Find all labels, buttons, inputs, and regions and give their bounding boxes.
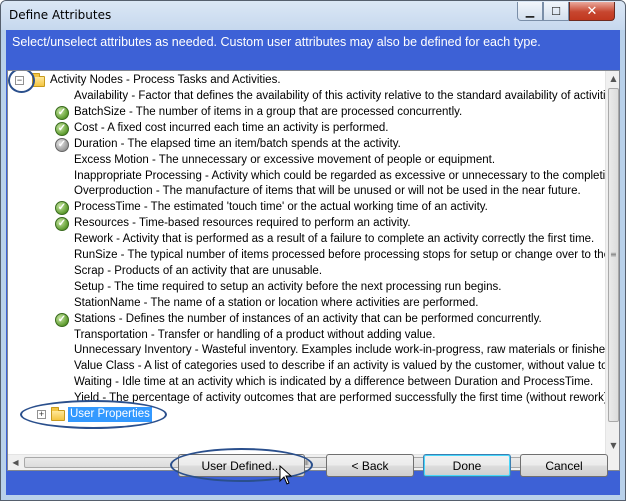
checkmark-icon[interactable]: ✓ — [55, 105, 69, 120]
attribute-item-label: Excess Motion - The unnecessary or exces… — [74, 153, 496, 166]
attributes-tree[interactable]: − Activity Nodes - Process Tasks and Act… — [7, 70, 620, 471]
attribute-item-label: Transportation - Transfer or handling of… — [74, 328, 436, 341]
attribute-item[interactable]: RunSize - The typical number of items pr… — [8, 248, 605, 264]
define-attributes-dialog: Define Attributes ▁ ☐ ✕ Select/unselect … — [0, 0, 626, 501]
folder-icon — [51, 407, 65, 421]
attribute-item-label: Unnecessary Inventory - Wasteful invento… — [74, 344, 605, 357]
close-button[interactable]: ✕ — [569, 2, 615, 21]
attribute-item[interactable]: Waiting - Idle time at an activity which… — [8, 375, 605, 391]
attribute-item[interactable]: ✓ Stations - Defines the number of instan… — [8, 312, 605, 328]
checkmark-icon[interactable]: ✓ — [55, 201, 69, 216]
attribute-item-label: Yield - The percentage of activity outco… — [74, 392, 605, 405]
attribute-item-label: Setup - The time required to setup an ac… — [74, 280, 502, 293]
attribute-item-label: Scrap - Products of an activity that are… — [74, 264, 323, 277]
tree-node-user-properties[interactable]: + User Properties — [8, 407, 605, 423]
tree-content: − Activity Nodes - Process Tasks and Act… — [8, 71, 605, 454]
vertical-scroll-thumb[interactable]: ≡ — [608, 88, 619, 422]
attribute-item[interactable]: StationName - The name of a station or l… — [8, 296, 605, 312]
attribute-item-label: Value Class - A list of categories used … — [74, 360, 605, 373]
back-button[interactable]: < Back — [326, 454, 414, 477]
minimize-icon: ▁ — [525, 4, 535, 18]
collapse-icon[interactable]: − — [15, 76, 24, 85]
attribute-item[interactable]: Rework - Activity that is performed as a… — [8, 232, 605, 248]
attribute-item[interactable]: Unnecessary Inventory - Wasteful invento… — [8, 343, 605, 359]
dialog-body: Select/unselect attributes as needed. Cu… — [6, 30, 620, 495]
title-bar[interactable]: Define Attributes ▁ ☐ ✕ — [1, 1, 625, 30]
checkmark-icon[interactable]: ✓ — [55, 312, 69, 327]
attribute-item-label: BatchSize - The number of items in a gro… — [74, 105, 463, 118]
attribute-item[interactable]: ✓ ProcessTime - The estimated 'touch time… — [8, 200, 605, 216]
attribute-item[interactable]: Scrap - Products of an activity that are… — [8, 264, 605, 280]
attribute-item[interactable]: Value Class - A list of categories used … — [8, 359, 605, 375]
user-defined-button-label: User Defined... — [201, 458, 282, 473]
attribute-item[interactable]: Availability - Factor that defines the a… — [8, 89, 605, 105]
attribute-item-label: Duration - The elapsed time an item/batc… — [74, 137, 401, 150]
attribute-item[interactable]: Inappropriate Processing - Activity whic… — [8, 169, 605, 185]
maximize-icon: ☐ — [551, 4, 561, 18]
done-button-label: Done — [452, 458, 482, 473]
back-button-label: < Back — [351, 458, 389, 473]
attribute-item-label: RunSize - The typical number of items pr… — [74, 249, 605, 261]
attribute-item[interactable]: Excess Motion - The unnecessary or exces… — [8, 153, 605, 169]
scroll-down-arrow-icon[interactable]: ▼ — [606, 438, 619, 454]
attribute-item-label: Waiting - Idle time at an activity which… — [74, 376, 594, 389]
close-icon: ✕ — [586, 3, 598, 19]
attribute-item[interactable]: Yield - The percentage of activity outco… — [8, 391, 605, 407]
scroll-up-arrow-icon[interactable]: ▲ — [606, 71, 619, 87]
done-button[interactable]: Done — [423, 454, 511, 477]
attribute-item[interactable]: ✓ Resources - Time-based resources requir… — [8, 216, 605, 232]
horizontal-scrollbar[interactable]: ◀ ≡ ▶ — [8, 454, 605, 470]
checkmark-icon[interactable]: ✓ — [55, 217, 69, 232]
attribute-item-label: Stations - Defines the number of instanc… — [74, 312, 542, 325]
mouse-pointer-icon — [279, 465, 293, 485]
attribute-item-label: StationName - The name of a station or l… — [74, 296, 479, 309]
attribute-item[interactable]: ✓ Duration - The elapsed time an item/bat… — [8, 137, 605, 153]
attribute-item-label: Rework - Activity that is performed as a… — [74, 233, 595, 246]
tree-root-label: Activity Nodes - Process Tasks and Activ… — [50, 74, 281, 86]
maximize-button[interactable]: ☐ — [543, 2, 569, 21]
vertical-scrollbar[interactable]: ▲ ≡ ▼ — [605, 71, 619, 454]
attribute-item[interactable]: Transportation - Transfer or handling of… — [8, 328, 605, 344]
attribute-item[interactable]: Setup - The time required to setup an ac… — [8, 280, 605, 296]
attribute-item-label: Inappropriate Processing - Activity whic… — [74, 169, 605, 182]
checkmark-icon[interactable]: ✓ — [55, 121, 69, 136]
attribute-item[interactable]: Overproduction - The manufacture of item… — [8, 184, 605, 200]
grip-icon: ≡ — [610, 250, 617, 259]
checkmark-icon[interactable]: ✓ — [55, 137, 69, 152]
instructions-text: Select/unselect attributes as needed. Cu… — [12, 35, 541, 49]
folder-icon — [32, 73, 45, 87]
attribute-item-label: Resources - Time-based resources require… — [74, 217, 411, 230]
user-properties-label: User Properties — [68, 407, 152, 422]
attribute-item-label: Availability - Factor that defines the a… — [74, 90, 605, 102]
scroll-left-arrow-icon[interactable]: ◀ — [8, 455, 23, 470]
attribute-item[interactable]: ✓ Cost - A fixed cost incurred each time … — [8, 121, 605, 137]
window-title: Define Attributes — [9, 8, 112, 22]
cancel-button[interactable]: Cancel — [520, 454, 608, 477]
expand-icon[interactable]: + — [37, 410, 46, 419]
attribute-item-label: Cost - A fixed cost incurred each time a… — [74, 121, 389, 134]
tree-root-activity-nodes[interactable]: − Activity Nodes - Process Tasks and Act… — [8, 73, 605, 89]
cancel-button-label: Cancel — [545, 458, 583, 473]
minimize-button[interactable]: ▁ — [517, 2, 543, 21]
attribute-item[interactable]: ✓ BatchSize - The number of items in a gr… — [8, 105, 605, 121]
attribute-item-label: ProcessTime - The estimated 'touch time'… — [74, 201, 488, 214]
attribute-item-label: Overproduction - The manufacture of item… — [74, 185, 581, 198]
